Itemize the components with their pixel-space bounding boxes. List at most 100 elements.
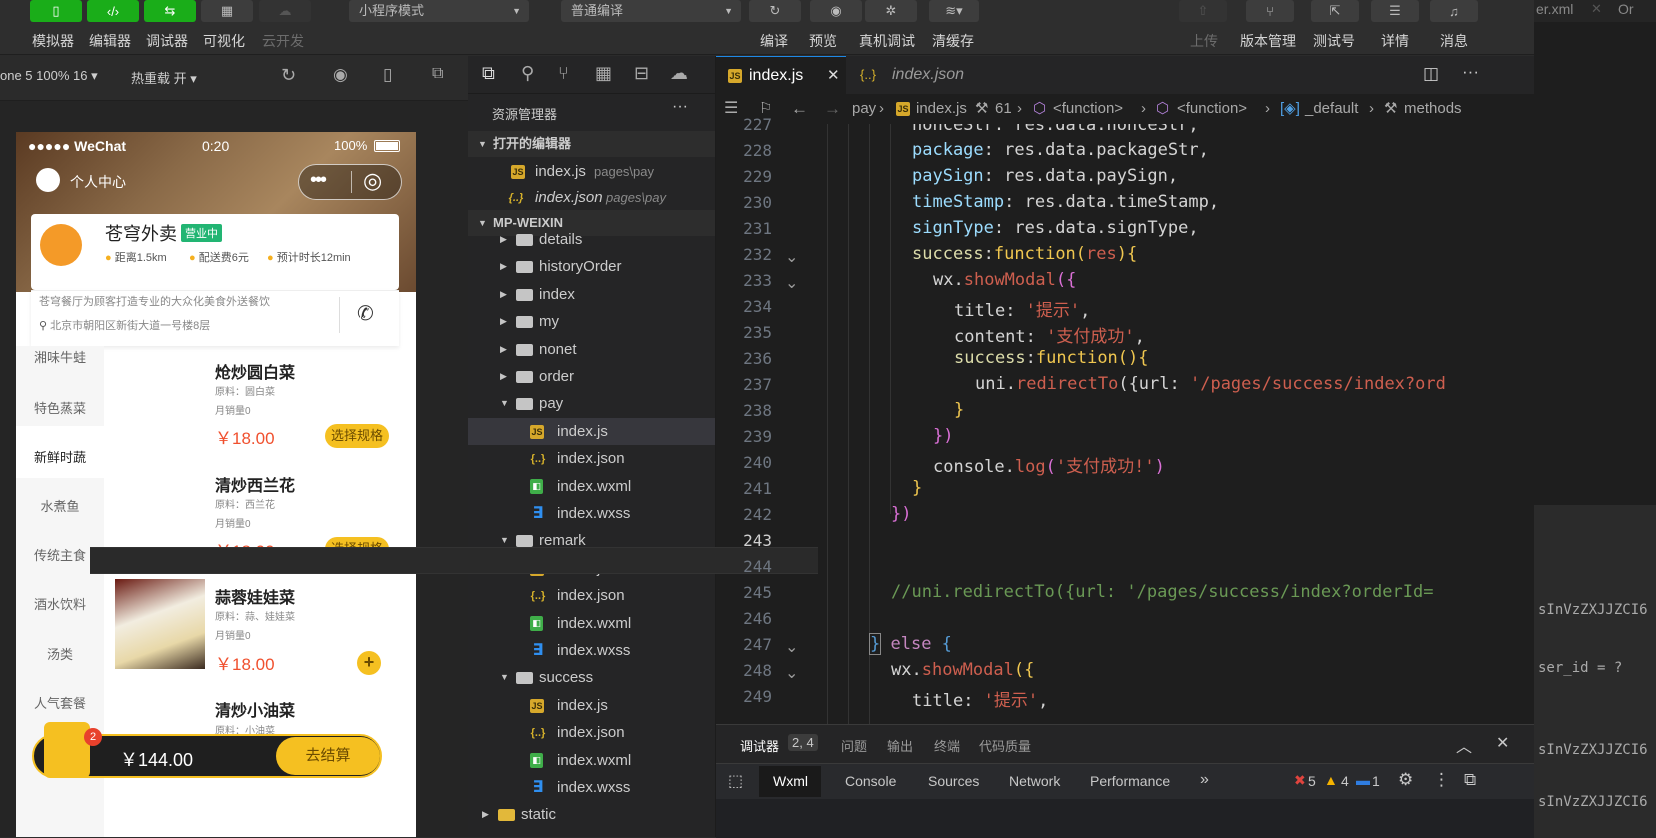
device-select[interactable]: one 5 100% 16 ▾	[0, 68, 98, 84]
close-icon[interactable]: ✕	[1496, 733, 1509, 753]
tab-performance[interactable]: Performance	[1090, 773, 1170, 789]
editor-toggle-button[interactable]: ‹/›	[87, 0, 139, 22]
tree-folder[interactable]: ▼ pay	[468, 390, 715, 417]
tree-file[interactable]: ∃ index.wxss	[468, 637, 715, 664]
breadcrumb-item[interactable]: <function>	[1177, 94, 1247, 124]
tree-file[interactable]: ◧ index.wxml	[468, 747, 715, 774]
remote-debug-button[interactable]: ✲	[865, 0, 917, 22]
tree-folder[interactable]: ▶ index	[468, 281, 715, 308]
add-to-cart-button[interactable]: +	[357, 651, 381, 675]
category-item[interactable]: 汤类	[16, 644, 104, 663]
tree-file[interactable]: ∃ index.wxss	[468, 774, 715, 801]
more-icon[interactable]: ···	[672, 98, 688, 116]
test-account-button[interactable]: ⇱	[1311, 0, 1359, 22]
record-icon[interactable]: ◉	[333, 65, 348, 85]
category-item-active[interactable]: 新鲜时蔬	[16, 447, 104, 466]
tree-file[interactable]: ◧ index.wxml	[468, 473, 715, 500]
more-icon[interactable]: ···	[1462, 62, 1479, 82]
breadcrumb-item[interactable]: _default	[1305, 94, 1358, 124]
files-icon[interactable]: ⧉	[482, 63, 495, 84]
tree-file[interactable]: {..} index.json	[468, 582, 715, 609]
tab-problems[interactable]: 问题	[841, 736, 867, 755]
tree-file[interactable]: {..} index.json	[468, 445, 715, 472]
split-editor-icon[interactable]: ◫	[1423, 64, 1439, 84]
tab-index-js[interactable]: JS index.js ✕	[716, 56, 846, 94]
fold-chevron-icon[interactable]: ⌄	[785, 273, 798, 293]
fold-chevron-icon[interactable]: ⌄	[785, 637, 798, 657]
extensions-icon[interactable]: ▦	[595, 63, 612, 84]
checkout-button[interactable]: 去结算	[276, 737, 380, 775]
storage-icon[interactable]: ⊟	[634, 63, 649, 84]
tree-folder[interactable]: ▶ details	[468, 226, 715, 253]
tab-network[interactable]: Network	[1009, 773, 1060, 789]
background-tab[interactable]: er.xml	[1536, 1, 1573, 17]
tab-sources[interactable]: Sources	[928, 773, 979, 789]
phone-call-icon[interactable]: ✆	[357, 301, 374, 326]
dish-image[interactable]	[115, 579, 205, 669]
tree-folder[interactable]: ▼ success	[468, 664, 715, 691]
undock-icon[interactable]: ⧉	[1464, 770, 1476, 790]
category-item[interactable]: 人气套餐	[16, 693, 104, 712]
tree-file[interactable]: JS index.js	[468, 692, 715, 719]
category-item[interactable]: 酒水饮料	[16, 594, 104, 613]
version-button[interactable]: ⑂	[1246, 0, 1294, 22]
cart-icon[interactable]	[44, 722, 90, 778]
profile-label[interactable]: 个人中心	[70, 172, 126, 192]
preview-button[interactable]: ◉	[810, 0, 862, 22]
details-button[interactable]: ☰	[1371, 0, 1419, 22]
close-mini-program-icon[interactable]: ◎	[363, 168, 382, 194]
phone-icon[interactable]: ▯	[383, 65, 392, 85]
tree-file[interactable]: ◧ index.wxml	[468, 610, 715, 637]
chevron-up-icon[interactable]: ︿	[1456, 733, 1472, 757]
fold-chevron-icon[interactable]: ⌄	[785, 247, 798, 267]
breadcrumb-item[interactable]: methods	[1404, 94, 1462, 124]
breadcrumb-item[interactable]: 61	[995, 94, 1012, 124]
tree-folder[interactable]: ▶ order	[468, 363, 715, 390]
mode-select[interactable]: 小程序模式 ▼	[349, 0, 529, 22]
cloud-dev-button[interactable]: ☁	[259, 0, 311, 22]
tab-output[interactable]: 输出	[887, 736, 913, 755]
tab-wxml[interactable]: Wxml	[773, 773, 808, 789]
close-icon[interactable]: ✕	[1591, 1, 1602, 17]
close-icon[interactable]: ✕	[827, 57, 840, 95]
clear-cache-button[interactable]: ≋▾	[929, 0, 979, 22]
breadcrumb-item[interactable]: index.js	[916, 94, 967, 124]
select-spec-button[interactable]: 选择规格	[325, 424, 389, 448]
category-item[interactable]: 水煮鱼	[16, 496, 104, 515]
compile-button[interactable]: ↻	[749, 0, 801, 22]
tree-folder[interactable]: ▶ my	[468, 308, 715, 335]
open-editor-item[interactable]: JS index.js pages\pay	[468, 158, 715, 185]
compile-select[interactable]: 普通编译 ▼	[561, 0, 741, 22]
code-area[interactable]: nonceStr: res.data.nonceStr, package: re…	[806, 124, 1534, 724]
tree-file[interactable]: ∃ index.wxss	[468, 500, 715, 527]
open-editors-header[interactable]: ▼ 打开的编辑器	[468, 131, 715, 157]
upload-button[interactable]: ⇧	[1179, 0, 1227, 22]
more-icon[interactable]: •••	[310, 169, 327, 192]
search-icon[interactable]: ⚲	[521, 63, 534, 84]
tree-folder[interactable]: ▶ static	[468, 801, 715, 828]
source-control-icon[interactable]: ⑂	[558, 63, 569, 84]
more-tabs-button[interactable]: »	[1200, 771, 1209, 789]
fold-chevron-icon[interactable]: ⌄	[785, 663, 798, 683]
hot-reload-select[interactable]: 热重载 开 ▾	[131, 68, 197, 87]
tree-file[interactable]: {..} index.json	[468, 719, 715, 746]
breadcrumb-item[interactable]: pay	[852, 94, 876, 124]
gear-icon[interactable]: ⚙	[1398, 770, 1413, 790]
tree-folder[interactable]: ▶ historyOrder	[468, 253, 715, 280]
tab-code-quality[interactable]: 代码质量	[979, 736, 1031, 755]
category-item[interactable]: 特色蒸菜	[16, 398, 104, 417]
cloud-icon[interactable]: ☁	[670, 63, 688, 84]
tree-folder[interactable]: ▶ nonet	[468, 336, 715, 363]
rotate-icon[interactable]: ↻	[281, 65, 296, 86]
open-editor-item[interactable]: {..} index.json pages\pay	[468, 184, 715, 211]
inspect-element-icon[interactable]: ⬚	[728, 771, 743, 791]
visual-toggle-button[interactable]: ▦	[201, 0, 253, 22]
debugger-toggle-button[interactable]: ⇆	[144, 0, 196, 22]
tab-index-json[interactable]: {..} index.json	[848, 56, 998, 94]
tab-console[interactable]: Console	[845, 773, 896, 789]
breadcrumb-item[interactable]: <function>	[1053, 94, 1123, 124]
simulator-toggle-button[interactable]: ▯	[30, 0, 82, 22]
kebab-menu-icon[interactable]: ⋮	[1433, 770, 1450, 790]
avatar[interactable]	[36, 168, 60, 192]
tab-debugger[interactable]: 调试器	[740, 736, 779, 755]
